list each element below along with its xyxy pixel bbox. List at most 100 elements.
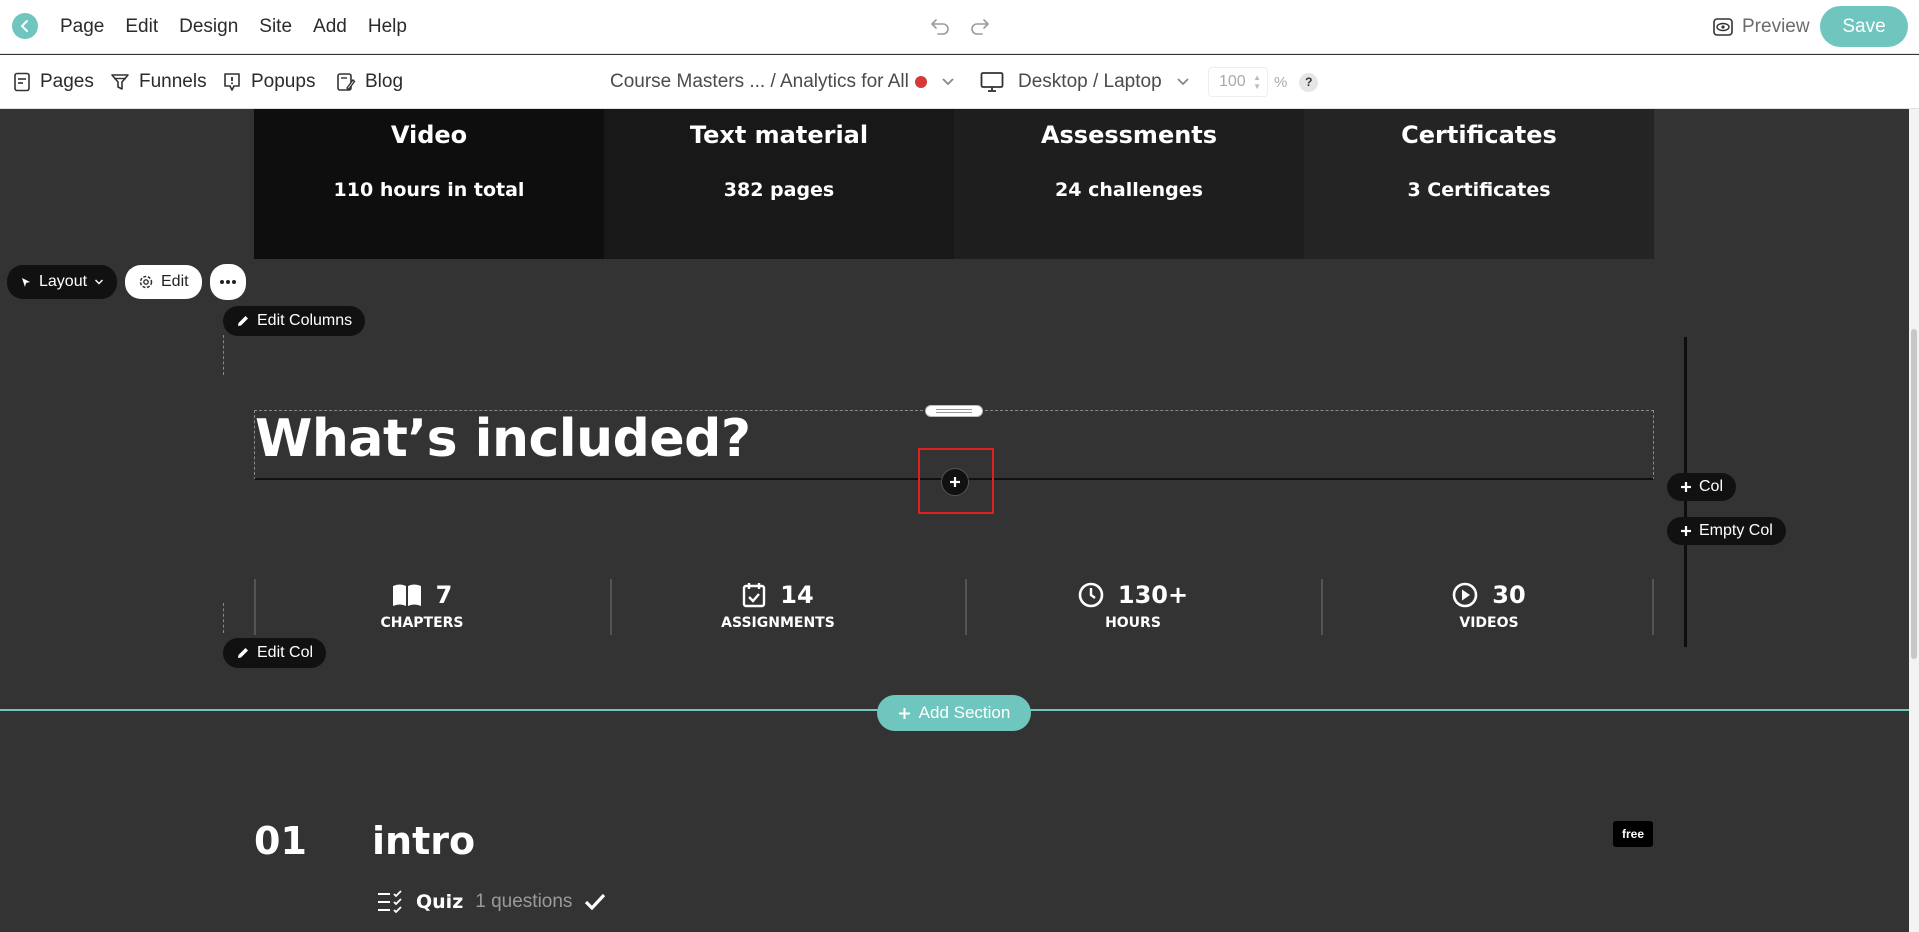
edit-columns-button[interactable]: Edit Columns bbox=[223, 306, 366, 336]
stat-title: Video bbox=[390, 121, 468, 149]
gear-icon bbox=[139, 275, 153, 289]
lesson-title[interactable]: intro bbox=[372, 819, 475, 863]
device-selector-label: Desktop / Laptop bbox=[1018, 71, 1162, 92]
funnel-icon bbox=[111, 74, 129, 90]
plus-icon bbox=[950, 477, 960, 487]
divider bbox=[610, 579, 612, 635]
nav-blog[interactable]: Blog bbox=[336, 55, 403, 109]
edit-col-button[interactable]: Edit Col bbox=[223, 638, 327, 668]
redo-icon bbox=[971, 19, 990, 35]
editor-canvas: Video 110 hours in total Text material 3… bbox=[0, 109, 1919, 932]
menu-site[interactable]: Site bbox=[259, 16, 292, 38]
stat-value: 24 challenges bbox=[1055, 179, 1203, 201]
unsaved-status-dot bbox=[914, 76, 927, 88]
preview-button[interactable]: Preview bbox=[1712, 0, 1810, 54]
menu-add[interactable]: Add bbox=[313, 16, 347, 38]
edit-col-label: Edit Col bbox=[257, 644, 314, 661]
counter-label: HOURS bbox=[1105, 615, 1161, 631]
chevron-left-icon bbox=[20, 20, 28, 32]
menu-design[interactable]: Design bbox=[179, 16, 238, 38]
page-icon bbox=[14, 72, 30, 92]
checkmark-icon bbox=[585, 893, 606, 911]
nav-funnels-label: Funnels bbox=[139, 71, 207, 92]
add-section-button[interactable]: Add Section bbox=[877, 695, 1031, 731]
zoom-stepper-icon[interactable]: ▲ ▼ bbox=[1253, 73, 1261, 91]
drag-handle[interactable] bbox=[925, 405, 983, 417]
menu-edit[interactable]: Edit bbox=[125, 16, 158, 38]
quiz-count: 1 questions bbox=[475, 891, 573, 912]
counter-assignments[interactable]: 14 ASSIGNMENTS bbox=[628, 581, 928, 631]
popup-icon bbox=[224, 73, 240, 91]
checklist-icon bbox=[378, 890, 402, 914]
divider bbox=[1652, 579, 1654, 635]
page-selector[interactable]: Course Masters ... / Analytics for All bbox=[610, 55, 955, 109]
edit-section-button[interactable]: Edit bbox=[125, 265, 202, 299]
plus-icon bbox=[1681, 482, 1691, 492]
device-selector[interactable]: Desktop / Laptop bbox=[980, 55, 1190, 109]
counter-value: 7 bbox=[435, 581, 453, 609]
more-options-button[interactable] bbox=[210, 264, 246, 300]
counter-value: 130+ bbox=[1117, 581, 1189, 609]
add-col-button[interactable]: Col bbox=[1667, 473, 1737, 501]
stat-card[interactable]: Video 110 hours in total bbox=[254, 109, 604, 259]
add-empty-col-label: Empty Col bbox=[1699, 522, 1773, 539]
add-row-button[interactable] bbox=[941, 468, 969, 496]
redo-button[interactable] bbox=[968, 14, 992, 38]
divider bbox=[965, 579, 967, 635]
counter-hours[interactable]: 130+ HOURS bbox=[983, 581, 1283, 631]
stat-value: 110 hours in total bbox=[333, 179, 525, 201]
nav-pages-label: Pages bbox=[40, 71, 94, 92]
save-button[interactable]: Save bbox=[1820, 6, 1908, 47]
nav-popups[interactable]: Popups bbox=[222, 55, 315, 109]
back-button[interactable] bbox=[12, 13, 38, 39]
chevron-down-icon bbox=[95, 279, 104, 285]
zoom-input[interactable]: 100 ▲ ▼ bbox=[1208, 67, 1268, 97]
eye-icon bbox=[1713, 18, 1733, 36]
undo-icon bbox=[930, 19, 949, 35]
divider bbox=[254, 579, 256, 635]
free-badge: free bbox=[1613, 821, 1653, 847]
scrollbar-thumb[interactable] bbox=[1911, 329, 1917, 659]
add-col-label: Col bbox=[1699, 478, 1724, 495]
stat-title: Assessments bbox=[1040, 121, 1218, 149]
counter-label: VIDEOS bbox=[1459, 615, 1519, 631]
book-icon bbox=[392, 584, 421, 606]
add-empty-col-button[interactable]: Empty Col bbox=[1667, 517, 1786, 545]
nav-funnels[interactable]: Funnels bbox=[110, 55, 207, 109]
quiz-item[interactable]: Quiz 1 questions bbox=[376, 890, 606, 914]
column-guide bbox=[223, 603, 224, 633]
edit-label: Edit bbox=[161, 273, 189, 290]
vertical-scrollbar[interactable] bbox=[1909, 109, 1919, 932]
stat-value: 382 pages bbox=[723, 179, 835, 201]
more-horizontal-icon bbox=[220, 280, 236, 284]
secondary-toolbar: Pages Funnels Popups Blog Course Masters… bbox=[0, 55, 1919, 109]
play-circle-icon bbox=[1452, 582, 1478, 608]
stat-card[interactable]: Text material 382 pages bbox=[604, 109, 954, 259]
preview-label: Preview bbox=[1742, 16, 1810, 37]
counter-chapters[interactable]: 7 CHAPTERS bbox=[272, 581, 572, 631]
stat-title: Text material bbox=[689, 121, 869, 149]
stat-title: Certificates bbox=[1401, 121, 1557, 149]
calendar-check-icon bbox=[743, 583, 766, 608]
chevron-down-icon bbox=[1177, 78, 1189, 86]
stat-card[interactable]: Assessments 24 challenges bbox=[954, 109, 1304, 259]
undo-button[interactable] bbox=[928, 14, 952, 38]
counter-value: 14 bbox=[780, 581, 814, 609]
pencil-icon bbox=[238, 648, 248, 658]
column-guide bbox=[223, 335, 224, 375]
stat-card[interactable]: Certificates 3 Certificates bbox=[1304, 109, 1654, 259]
pencil-icon bbox=[238, 316, 248, 326]
menu-page[interactable]: Page bbox=[60, 16, 104, 38]
zoom-unit: % bbox=[1274, 73, 1288, 91]
section-heading[interactable]: What’s included? bbox=[255, 409, 751, 469]
layout-button[interactable]: Layout bbox=[7, 265, 118, 299]
quiz-label: Quiz bbox=[416, 891, 464, 913]
counter-label: ASSIGNMENTS bbox=[721, 615, 835, 631]
plus-icon bbox=[1681, 526, 1691, 536]
menu-help[interactable]: Help bbox=[368, 16, 407, 38]
help-icon[interactable]: ? bbox=[1299, 72, 1319, 92]
nav-pages[interactable]: Pages bbox=[13, 55, 94, 109]
counter-videos[interactable]: 30 VIDEOS bbox=[1339, 581, 1639, 631]
counter-label: CHAPTERS bbox=[380, 615, 464, 631]
nav-blog-label: Blog bbox=[365, 71, 404, 92]
